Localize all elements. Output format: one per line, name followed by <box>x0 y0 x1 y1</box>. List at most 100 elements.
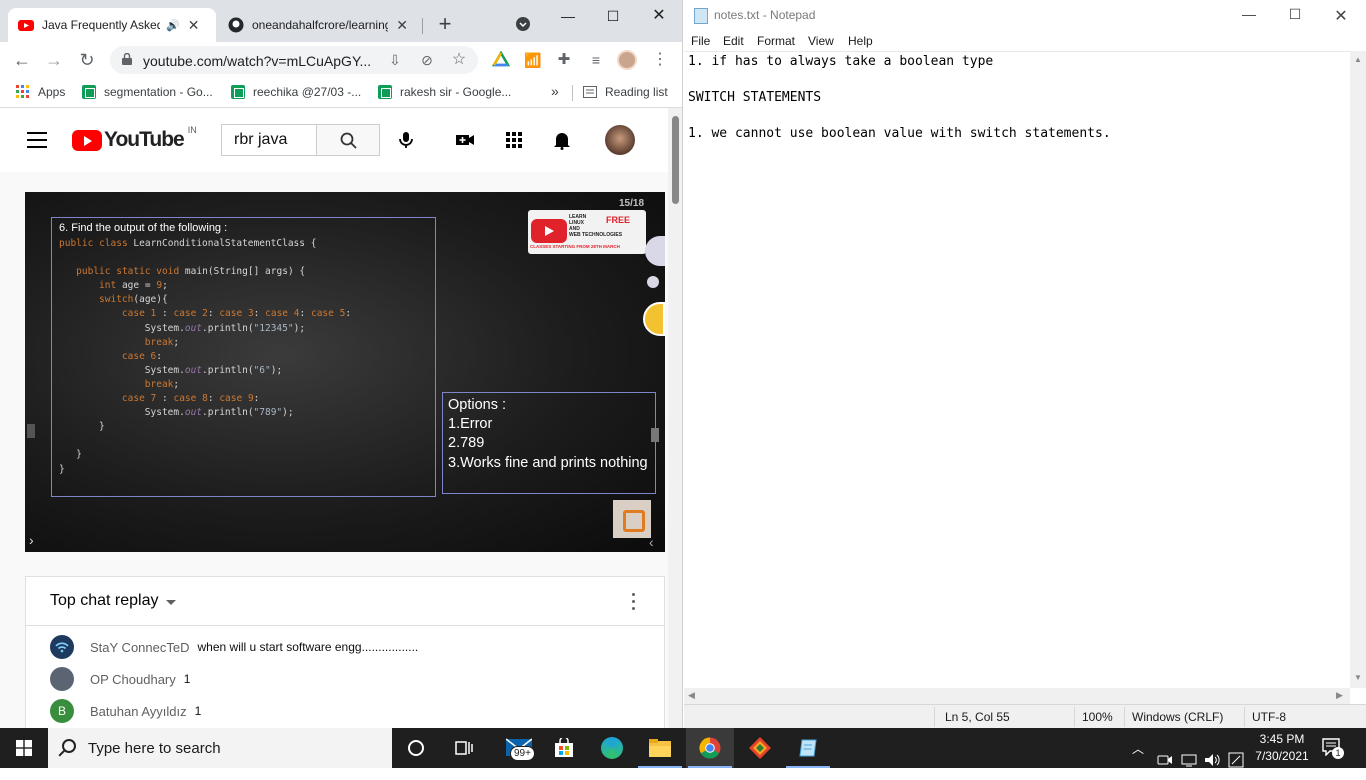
cortana-button[interactable] <box>392 728 440 768</box>
chevron-up-icon[interactable]: ︿ <box>1132 740 1144 780</box>
notifications-bell-icon[interactable] <box>552 130 572 150</box>
language-icon[interactable] <box>1228 740 1244 780</box>
reload-button[interactable]: ↻ <box>75 48 99 72</box>
code-line: break; <box>144 336 180 348</box>
forward-button[interactable]: → <box>42 48 66 72</box>
address-bar[interactable]: youtube.com/watch?v=mLCuApGY... ⇩ ⊘ ☆ <box>110 46 478 74</box>
youtube-logo[interactable]: YouTube IN <box>72 125 197 152</box>
eye-off-icon[interactable]: ⊘ <box>418 51 436 69</box>
chat-title[interactable]: Top chat replay <box>50 592 159 610</box>
audio-playing-icon[interactable]: 🔊 <box>166 19 180 32</box>
task-view-button[interactable] <box>440 728 488 768</box>
page-scrollbar[interactable] <box>668 108 682 728</box>
window-title: notes.txt - Notepad <box>714 8 816 22</box>
scroll-right-icon[interactable]: ▶ <box>1336 690 1343 701</box>
bookmark-segmentation[interactable]: segmentation - Go... <box>82 85 213 99</box>
create-video-icon[interactable] <box>455 130 475 150</box>
notification-center-button[interactable]: 1 <box>1322 738 1344 759</box>
tab-close-icon[interactable]: ✕ <box>396 17 408 34</box>
chat-author[interactable]: OP Choudhary <box>90 672 176 687</box>
notepad-app[interactable] <box>784 728 832 768</box>
profile-avatar[interactable] <box>617 50 637 70</box>
extensions-icon[interactable]: ✚ <box>555 51 573 69</box>
volume-icon[interactable] <box>1204 740 1222 780</box>
menu-format[interactable]: Format <box>757 34 795 48</box>
analytics-icon[interactable]: 📶 <box>524 51 542 69</box>
options-frame: Options : 1.Error 2.789 3.Works fine and… <box>442 392 656 494</box>
search-input[interactable]: rbr java <box>221 124 317 156</box>
back-button[interactable]: ← <box>10 48 34 72</box>
google-drive-icon[interactable] <box>492 51 510 69</box>
close-button[interactable]: ✕ <box>636 4 682 28</box>
maximize-button[interactable]: ☐ <box>1272 6 1318 26</box>
menu-help[interactable]: Help <box>848 34 873 48</box>
hamburger-menu-icon[interactable] <box>27 132 47 148</box>
video-frame: 6. Find the output of the following : pu… <box>25 192 665 552</box>
chat-replay-panel: Top chat replay StaY ConnecTeD when will… <box>25 576 665 728</box>
maximize-button[interactable]: ☐ <box>590 4 636 28</box>
reading-list-icon <box>583 86 597 98</box>
menu-file[interactable]: File <box>691 34 710 48</box>
start-button[interactable] <box>0 728 48 768</box>
chrome-app[interactable] <box>686 728 734 768</box>
install-icon[interactable]: ⇩ <box>386 51 404 69</box>
tab-close-icon[interactable]: ✕ <box>188 17 200 34</box>
google-sheets-icon <box>82 85 96 99</box>
video-player[interactable]: 6. Find the output of the following : pu… <box>25 192 665 552</box>
avatar[interactable] <box>50 667 74 691</box>
system-clock[interactable]: 3:45 PM 7/30/2021 <box>1248 731 1316 765</box>
text-line: SWITCH STATEMENTS <box>688 90 822 105</box>
taskbar-search-input[interactable]: Type here to search <box>48 728 392 768</box>
store-app[interactable] <box>540 728 588 768</box>
minimize-button[interactable]: — <box>1226 6 1272 26</box>
scroll-left-icon[interactable]: ◀ <box>688 690 695 701</box>
minimize-button[interactable]: — <box>545 4 591 28</box>
close-button[interactable]: ✕ <box>1318 6 1364 26</box>
chat-text: when will u start software engg.........… <box>197 640 419 654</box>
account-avatar[interactable] <box>605 125 635 155</box>
scrollbar-thumb[interactable] <box>672 116 679 204</box>
chevron-down-icon[interactable] <box>166 600 176 605</box>
url-text: youtube.com/watch?v=mLCuApGY... <box>143 53 372 69</box>
youtube-header: YouTube IN rbr java <box>0 108 668 172</box>
youtube-play-icon <box>531 219 567 243</box>
media-control-icon[interactable]: ≡ <box>587 51 605 69</box>
chrome-menu-icon[interactable]: ⋮ <box>651 51 669 69</box>
scroll-down-icon[interactable]: ▼ <box>1354 673 1362 682</box>
side-decoration <box>647 276 659 288</box>
avatar[interactable]: B <box>50 699 74 723</box>
menu-view[interactable]: View <box>808 34 834 48</box>
question-title: 6. Find the output of the following : <box>59 222 228 234</box>
vertical-scrollbar[interactable]: ▲ ▼ <box>1350 51 1366 688</box>
chevron-right-icon[interactable]: › <box>29 532 34 548</box>
bookmarks-overflow-button[interactable]: » <box>551 83 559 99</box>
scroll-up-icon[interactable]: ▲ <box>1354 55 1362 64</box>
apps-grid-icon[interactable] <box>504 130 524 150</box>
text-editor[interactable]: 1. if has to always take a boolean type … <box>684 51 1350 688</box>
chat-author[interactable]: Batuhan Ayyıldız <box>90 704 187 719</box>
text-line: 1. if has to always take a boolean type <box>688 54 994 69</box>
file-explorer-app[interactable] <box>636 728 684 768</box>
meet-now-icon[interactable] <box>1157 740 1173 780</box>
lock-icon <box>122 53 132 65</box>
tab-github[interactable]: oneandahalfcrore/learning ✕ <box>218 8 418 42</box>
microphone-icon[interactable] <box>396 130 416 150</box>
chevron-left-icon[interactable]: ‹ <box>649 534 654 550</box>
bookmark-reechika[interactable]: reechika @27/03 -... <box>231 85 361 99</box>
reading-list-button[interactable]: Reading list <box>583 85 668 99</box>
menu-edit[interactable]: Edit <box>723 34 744 48</box>
bookmark-rakesh[interactable]: rakesh sir - Google... <box>378 85 511 99</box>
horizontal-scrollbar[interactable]: ◀ ▶ <box>684 688 1350 704</box>
tab-youtube[interactable]: Java Frequently Asked 🔊 ✕ <box>8 8 216 42</box>
new-tab-button[interactable]: + <box>423 12 467 36</box>
bookmark-apps[interactable]: Apps <box>16 85 65 99</box>
edge-app[interactable] <box>588 728 636 768</box>
tab-search-button[interactable] <box>500 14 546 38</box>
bookmark-star-icon[interactable]: ☆ <box>450 51 468 69</box>
search-button[interactable] <box>316 124 380 156</box>
more-options-icon[interactable] <box>632 593 636 611</box>
avatar[interactable] <box>50 635 74 659</box>
git-app[interactable] <box>736 728 784 768</box>
chat-author[interactable]: StaY ConnecTeD <box>90 640 190 655</box>
network-icon[interactable] <box>1181 740 1197 780</box>
